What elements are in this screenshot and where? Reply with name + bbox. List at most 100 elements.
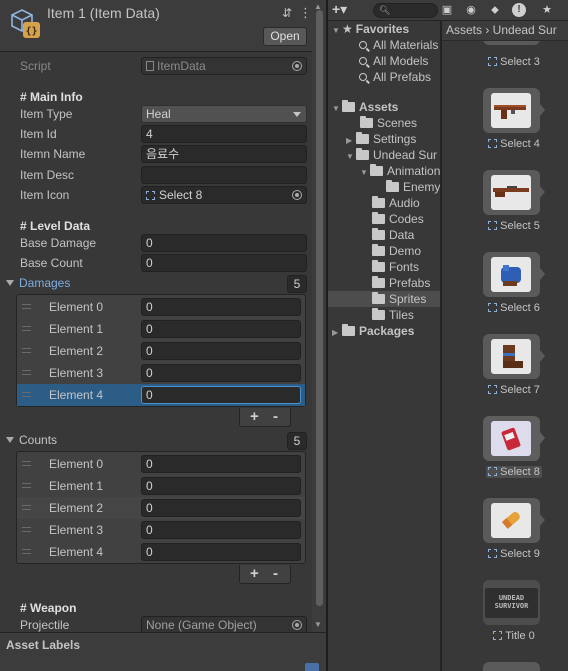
tree-settings[interactable]: ▶ Settings bbox=[346, 131, 416, 147]
tree-codes[interactable]: Codes bbox=[372, 211, 424, 227]
drag-handle-icon[interactable] bbox=[22, 304, 31, 309]
inspector-title: Item 1 (Item Data) bbox=[47, 5, 160, 21]
list-item[interactable]: Element 1 0 bbox=[17, 318, 305, 340]
tree-fonts[interactable]: Fonts bbox=[372, 259, 419, 275]
element-field[interactable]: 0 bbox=[141, 320, 301, 338]
object-picker-icon[interactable] bbox=[292, 190, 302, 200]
element-field[interactable]: 0 bbox=[141, 455, 301, 473]
asset-tile[interactable] bbox=[483, 170, 545, 215]
list-item[interactable]: Element 2 0 bbox=[17, 497, 305, 519]
item-desc-field[interactable] bbox=[141, 166, 307, 184]
scroll-down-icon[interactable]: ▼ bbox=[314, 620, 322, 629]
add-element-button[interactable]: + bbox=[250, 565, 259, 583]
inspector-panel: {} Item 1 (Item Data) ⇵ ⋮ Open Script It… bbox=[0, 0, 326, 671]
folder-icon bbox=[372, 276, 385, 288]
element-field[interactable]: 0 bbox=[141, 364, 301, 382]
element-field[interactable]: 0 bbox=[141, 543, 301, 561]
tree-scenes[interactable]: Scenes bbox=[360, 115, 417, 131]
drag-handle-icon[interactable] bbox=[22, 505, 31, 510]
tree-fav-all-prefabs[interactable]: All Prefabs bbox=[359, 69, 431, 85]
star-icon: ★ bbox=[342, 22, 353, 36]
remove-element-button[interactable]: - bbox=[273, 565, 278, 583]
element-field[interactable]: 0 bbox=[141, 342, 301, 360]
tree-assets[interactable]: ▼ Assets bbox=[332, 99, 398, 115]
tree-tiles[interactable]: Tiles bbox=[372, 307, 414, 323]
list-item[interactable]: Element 1 0 bbox=[17, 475, 305, 497]
tree-label: Undead Sur bbox=[373, 148, 438, 162]
search-input[interactable]: 🔍︎ bbox=[373, 3, 438, 18]
scriptable-object-icon: {} bbox=[11, 9, 40, 38]
tree-fav-all-materials[interactable]: All Materials bbox=[359, 37, 438, 53]
tree-animation[interactable]: ▼ Animation bbox=[360, 163, 440, 179]
counts-size-field[interactable]: 5 bbox=[287, 432, 307, 450]
remove-element-button[interactable]: - bbox=[273, 408, 278, 426]
drag-handle-icon[interactable] bbox=[22, 326, 31, 331]
log-warning-icon[interactable]: ! bbox=[512, 3, 526, 17]
list-item[interactable]: Element 4 0 bbox=[17, 541, 305, 563]
tree-fav-all-models[interactable]: All Models bbox=[359, 53, 428, 69]
list-item[interactable]: Element 2 0 bbox=[17, 340, 305, 362]
tree-demo[interactable]: Demo bbox=[372, 243, 421, 259]
script-field: ItemData bbox=[141, 57, 307, 75]
element-field[interactable]: 0 bbox=[141, 298, 301, 316]
damages-size-field[interactable]: 5 bbox=[287, 275, 307, 293]
open-button[interactable]: Open bbox=[263, 27, 307, 46]
tree-packages[interactable]: ▶ Packages bbox=[332, 323, 414, 339]
object-picker-icon[interactable] bbox=[292, 620, 302, 630]
drag-handle-icon[interactable] bbox=[22, 461, 31, 466]
asset-tile-selected[interactable] bbox=[483, 416, 545, 461]
tree-data[interactable]: Data bbox=[372, 227, 414, 243]
tree-undead-survivor[interactable]: ▼ Undead Sur bbox=[346, 147, 437, 163]
damages-foldout[interactable]: Damages bbox=[6, 276, 70, 290]
filter-by-type-icon[interactable]: ◉ bbox=[464, 3, 478, 17]
kebab-menu-icon[interactable]: ⋮ bbox=[299, 5, 312, 21]
breadcrumb[interactable]: Assets › Undead Sur bbox=[442, 21, 568, 41]
label-icon[interactable] bbox=[305, 663, 319, 671]
drag-handle-icon[interactable] bbox=[22, 370, 31, 375]
damages-label: Damages bbox=[19, 276, 71, 290]
tree-enemy[interactable]: Enemy bbox=[386, 179, 440, 195]
item-name-field[interactable]: 음료수 bbox=[141, 145, 307, 163]
tree-audio[interactable]: Audio bbox=[372, 195, 420, 211]
drag-handle-icon[interactable] bbox=[22, 392, 31, 397]
list-item[interactable]: Element 0 0 bbox=[17, 296, 305, 318]
favorite-star-icon[interactable]: ★ bbox=[540, 3, 554, 17]
presets-icon[interactable]: ⇵ bbox=[282, 6, 292, 20]
search-by-type-icon[interactable]: ▣ bbox=[440, 3, 454, 17]
create-dropdown-button[interactable]: +▾ bbox=[332, 2, 360, 18]
element-field[interactable]: 0 bbox=[141, 477, 301, 495]
asset-tile[interactable]: UNDEAD SURVIVOR bbox=[483, 580, 540, 625]
tree-prefabs[interactable]: Prefabs bbox=[372, 275, 430, 291]
drag-handle-icon[interactable] bbox=[22, 348, 31, 353]
element-field[interactable]: 0 bbox=[141, 521, 301, 539]
drag-handle-icon[interactable] bbox=[22, 549, 31, 554]
list-item[interactable]: Element 3 0 bbox=[17, 519, 305, 541]
tree-sprites[interactable]: Sprites bbox=[328, 291, 440, 307]
base-damage-field[interactable]: 0 bbox=[141, 234, 307, 252]
list-item[interactable]: Element 0 0 bbox=[17, 453, 305, 475]
asset-tile[interactable] bbox=[483, 88, 545, 133]
asset-tile[interactable] bbox=[483, 252, 545, 297]
tree-label: Favorites bbox=[355, 22, 410, 36]
counts-foldout[interactable]: Counts bbox=[6, 433, 57, 447]
item-icon-field[interactable]: Select 8 bbox=[141, 186, 307, 204]
item-type-dropdown[interactable]: Heal bbox=[141, 105, 307, 123]
asset-tile[interactable] bbox=[483, 498, 545, 543]
asset-labels-title: Asset Labels bbox=[6, 638, 81, 652]
element-field[interactable]: 0 bbox=[141, 499, 301, 517]
list-item[interactable]: Element 3 0 bbox=[17, 362, 305, 384]
drag-handle-icon[interactable] bbox=[22, 527, 31, 532]
item-id-field[interactable]: 4 bbox=[141, 125, 307, 143]
base-count-field[interactable]: 0 bbox=[141, 254, 307, 272]
level-data-header: # Level Data bbox=[20, 219, 91, 233]
add-element-button[interactable]: + bbox=[250, 408, 259, 426]
asset-tile[interactable] bbox=[483, 334, 545, 379]
drag-handle-icon[interactable] bbox=[22, 483, 31, 488]
scrollbar-thumb[interactable] bbox=[316, 10, 323, 606]
filter-by-label-icon[interactable]: ⬥ bbox=[488, 3, 502, 17]
list-item-selected[interactable]: Element 4 0 bbox=[17, 384, 305, 406]
element-field[interactable]: 0 bbox=[141, 386, 301, 404]
asset-tile[interactable] bbox=[483, 662, 540, 671]
tree-favorites[interactable]: ▼ ★ Favorites bbox=[332, 21, 409, 37]
item-type-value: Heal bbox=[146, 107, 171, 121]
